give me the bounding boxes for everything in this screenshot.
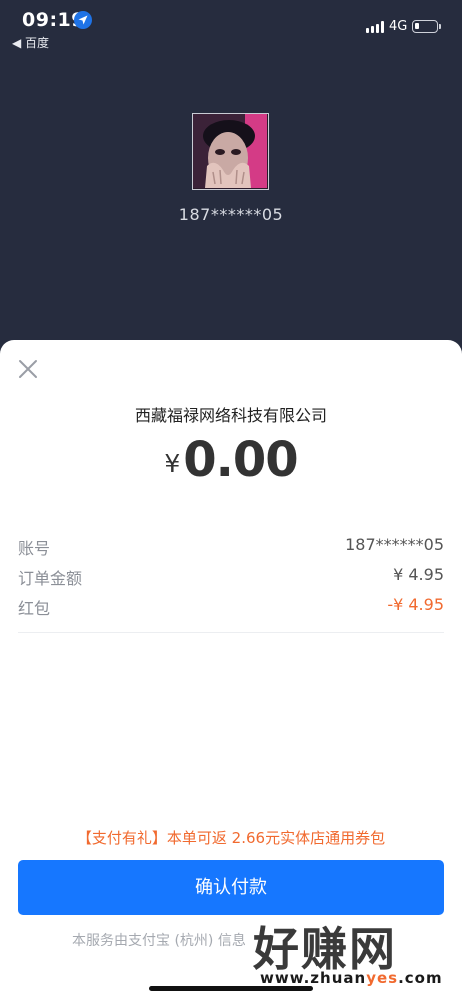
- user-account: 187******05: [178, 205, 284, 224]
- detail-value: -¥ 4.95: [387, 595, 444, 614]
- location-icon: [74, 11, 92, 29]
- home-indicator[interactable]: [149, 986, 313, 991]
- watermark-url: www.zhuanyes.com: [260, 969, 443, 987]
- signal-icon: [366, 21, 384, 33]
- promo-text: 【支付有礼】本单可返 2.66元实体店通用券包: [76, 829, 386, 847]
- merchant-name: 西藏福禄网络科技有限公司: [134, 406, 327, 425]
- detail-row-red-packet: 红包 -¥ 4.95: [18, 595, 444, 619]
- network-type: 4G: [389, 19, 408, 34]
- service-note: 本服务由支付宝 (杭州) 信息: [72, 933, 246, 949]
- payment-sheet: 西藏福禄网络科技有限公司 ¥0.00 账号 187******05 订单金额 ¥…: [0, 340, 462, 1000]
- detail-label: 订单金额: [18, 569, 83, 588]
- detail-value: ¥ 4.95: [393, 565, 444, 584]
- back-to-app-link[interactable]: ◀ 百度: [12, 34, 49, 51]
- divider: [18, 632, 444, 633]
- payment-amount: ¥0.00: [0, 432, 462, 488]
- detail-value: 187******05: [345, 535, 444, 554]
- close-icon[interactable]: [17, 358, 39, 380]
- confirm-payment-button[interactable]: 确认付款: [18, 860, 444, 915]
- currency-symbol: ¥: [164, 449, 181, 478]
- watermark-logo: 好赚网 www.zhuanyes.com: [253, 913, 453, 991]
- battery-icon: [412, 20, 438, 33]
- detail-row-order-amount: 订单金额 ¥ 4.95: [18, 565, 444, 589]
- detail-row-account: 账号 187******05: [18, 535, 444, 559]
- amount-value: 0.00: [183, 432, 298, 488]
- avatar: [192, 113, 269, 190]
- detail-label: 账号: [18, 539, 51, 558]
- battery-tip: [439, 24, 441, 29]
- detail-label: 红包: [18, 599, 51, 618]
